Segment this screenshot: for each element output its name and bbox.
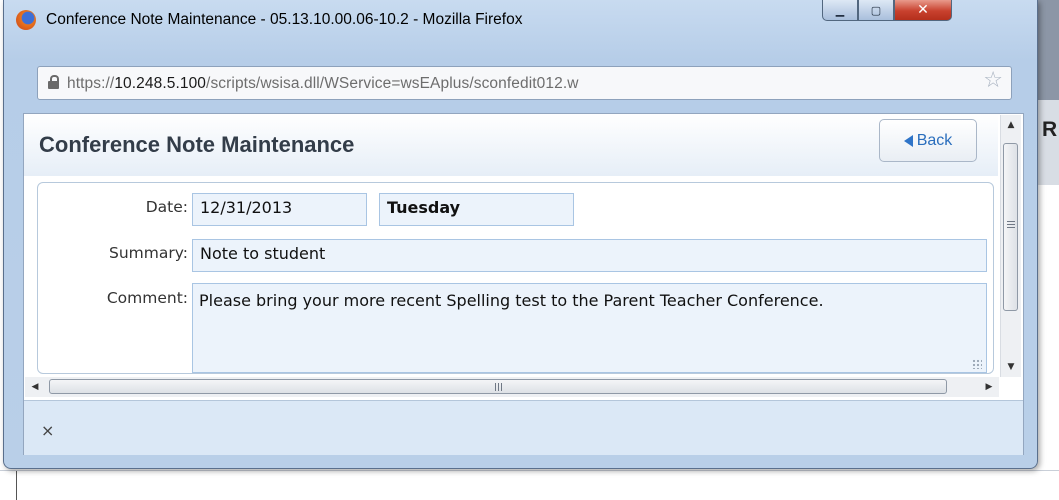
- page-title: Conference Note Maintenance: [39, 132, 355, 157]
- minimize-icon: ▁: [835, 3, 845, 17]
- date-field[interactable]: 12/31/2013: [192, 193, 367, 226]
- address-bar[interactable]: https://10.248.5.100/scripts/wsisa.dll/W…: [37, 66, 1012, 100]
- scroll-right-icon[interactable]: ▶: [979, 377, 999, 397]
- summary-label: Summary:: [109, 244, 188, 262]
- close-button[interactable]: ✕: [894, 0, 952, 21]
- close-dialog-icon[interactable]: ×: [41, 421, 54, 440]
- comment-field[interactable]: Please bring your more recent Spelling t…: [192, 283, 987, 373]
- minimize-button[interactable]: ▁: [822, 0, 858, 21]
- background-page-text: R: [1042, 118, 1058, 141]
- horizontal-scrollbar[interactable]: ◀ ▶: [25, 377, 999, 397]
- summary-field[interactable]: Note to student: [192, 239, 987, 272]
- maximize-icon: ▢: [870, 3, 882, 17]
- background-page-footer: [0, 470, 1059, 500]
- day-field: Tuesday: [379, 193, 574, 226]
- dialog-header: Conference Note Maintenance Back: [24, 114, 998, 176]
- back-button[interactable]: Back: [879, 119, 977, 162]
- url-prefix: https://: [67, 75, 115, 92]
- date-label: Date:: [145, 198, 188, 216]
- back-arrow-icon: [903, 134, 913, 147]
- vertical-scrollbar[interactable]: ▲ ▼: [1000, 115, 1021, 377]
- comment-label: Comment:: [106, 289, 188, 307]
- close-icon: ✕: [917, 2, 929, 18]
- url-text[interactable]: https://10.248.5.100/scripts/wsisa.dll/W…: [67, 75, 579, 93]
- title-bar: Conference Note Maintenance - 05.13.10.0…: [4, 0, 1037, 50]
- conference-note-dialog: Conference Note Maintenance Back Date: 1…: [23, 113, 1024, 455]
- horizontal-scroll-thumb[interactable]: [49, 379, 947, 394]
- note-form: Date: 12/31/2013 Tuesday Summary: Note t…: [37, 182, 994, 374]
- grip-icon: [1007, 221, 1015, 229]
- firefox-window: Conference Note Maintenance - 05.13.10.0…: [3, 0, 1038, 469]
- window-controls: ▁ ▢ ✕: [822, 0, 952, 22]
- maximize-button[interactable]: ▢: [858, 0, 894, 21]
- lock-icon[interactable]: [48, 75, 59, 89]
- url-host: 10.248.5.100: [114, 75, 207, 92]
- divider: [16, 471, 17, 500]
- scroll-up-icon[interactable]: ▲: [1001, 115, 1021, 135]
- back-label: Back: [916, 131, 953, 149]
- background-page: [1036, 0, 1059, 499]
- comment-text: Please bring your more recent Spelling t…: [199, 291, 824, 310]
- url-path: /scripts/wsisa.dll/WService=wsEAplus/sco…: [206, 75, 579, 92]
- vertical-scroll-thumb[interactable]: [1003, 143, 1018, 311]
- window-title: Conference Note Maintenance - 05.13.10.0…: [46, 11, 523, 28]
- resize-grip-icon[interactable]: [972, 359, 982, 369]
- firefox-logo-icon: [16, 10, 36, 30]
- grip-icon: [495, 383, 503, 391]
- dialog-footer: ×: [24, 400, 1023, 455]
- bookmark-star-icon[interactable]: ☆: [983, 70, 1003, 92]
- scroll-left-icon[interactable]: ◀: [25, 377, 45, 397]
- scroll-down-icon[interactable]: ▼: [1001, 357, 1021, 377]
